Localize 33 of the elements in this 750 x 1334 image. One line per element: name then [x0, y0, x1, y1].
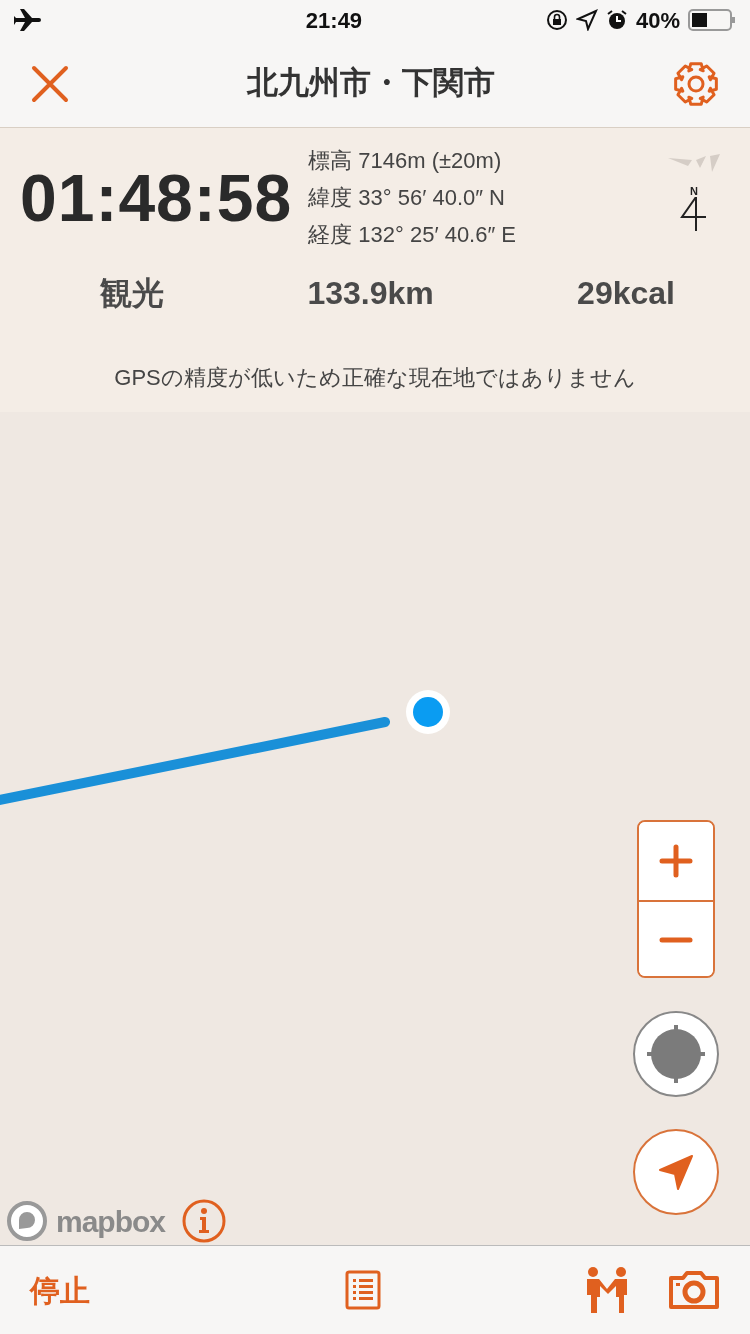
settings-button[interactable]: [672, 59, 720, 108]
battery-icon: [688, 8, 736, 32]
navigation-arrow-icon: [656, 1152, 696, 1192]
activity-type: 観光: [100, 274, 164, 313]
alarm-icon: [605, 9, 628, 31]
info-button[interactable]: [181, 1198, 228, 1244]
stop-button[interactable]: 停止: [30, 1267, 90, 1313]
airplane-icon: [14, 8, 42, 32]
zoom-out-button[interactable]: [639, 900, 713, 976]
calories-value: 29kcal: [577, 274, 675, 313]
log-list-button[interactable]: [345, 1270, 381, 1310]
elapsed-time: 01:48:58: [20, 164, 293, 231]
clock-time: 21:49: [305, 6, 363, 35]
page-title: 北九州市・下関市: [247, 64, 495, 103]
mapbox-logo-icon: [6, 1200, 48, 1242]
rotation-lock-icon: [545, 9, 568, 31]
close-button[interactable]: [30, 63, 70, 104]
compass-icon: [680, 197, 708, 231]
plus-icon: [659, 844, 693, 878]
minus-icon: [659, 937, 693, 943]
battery-percent: 40%: [635, 6, 680, 35]
camera-button[interactable]: [668, 1270, 720, 1310]
gps-accuracy-notice: GPSの精度が低いため正確な現在地ではありません: [114, 365, 636, 390]
coordinate-line: 経度 132° 25′ 40.6″ E: [308, 221, 518, 249]
coordinate-line: 標高 7146m (±20m): [308, 147, 503, 175]
mapbox-logo-text: mapbox: [56, 1203, 166, 1240]
compass-north-label: N: [690, 186, 698, 197]
distance-value: 133.9km: [307, 274, 434, 313]
location-arrow-icon: [575, 9, 598, 31]
people-handshake-button[interactable]: [584, 1267, 630, 1313]
current-location-marker: [406, 690, 450, 734]
coordinate-line: 緯度 33° 56′ 40.0″ N: [308, 184, 506, 212]
map[interactable]: mapbox: [0, 412, 750, 1245]
